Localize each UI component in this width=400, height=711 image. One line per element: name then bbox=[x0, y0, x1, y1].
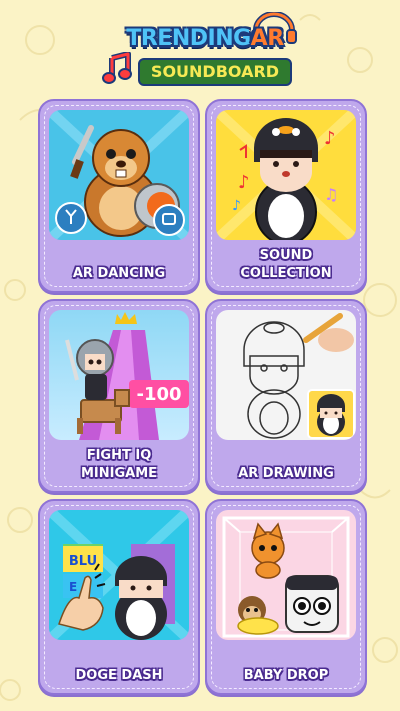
logo-title: TRENDINGAR bbox=[110, 26, 300, 51]
music-note-icon bbox=[102, 52, 132, 84]
ar-dancing-thumbnail bbox=[49, 110, 189, 240]
menu-card-doge-dash[interactable]: BLU E DOGE DASH bbox=[38, 499, 200, 695]
svg-text:♪: ♪ bbox=[232, 198, 241, 214]
penguin-girl-drawing-icon bbox=[216, 310, 356, 440]
ar-drawing-thumbnail bbox=[216, 310, 356, 440]
svg-text:♪: ♪ bbox=[238, 172, 250, 193]
cat-monkey-box-icon bbox=[216, 510, 356, 640]
menu-card-label: SOUND COLLECTION bbox=[240, 248, 332, 281]
menu-card-label: DOGE DASH bbox=[75, 668, 163, 683]
menu-card-ar-dancing[interactable]: AR DANCING bbox=[38, 99, 200, 293]
menu-card-label: FIGHT IQ MINIGAME bbox=[80, 448, 158, 481]
baby-drop-thumbnail bbox=[216, 510, 356, 640]
doge-dash-thumbnail: BLU E bbox=[49, 510, 189, 640]
sound-collection-thumbnail: ♪ ♪ ♫ ♪ bbox=[216, 110, 356, 240]
logo-subtitle: SOUNDBOARD bbox=[138, 58, 292, 86]
menu-card-label: BABY DROP bbox=[243, 668, 329, 683]
menu-card-label: AR DANCING bbox=[72, 266, 166, 281]
svg-text:♪: ♪ bbox=[324, 128, 336, 149]
svg-text:♫: ♫ bbox=[324, 185, 338, 204]
menu-card-ar-drawing[interactable]: AR DRAWING bbox=[205, 299, 367, 493]
logo-word-ar: AR bbox=[250, 26, 284, 51]
beaver-dancer-icon bbox=[49, 110, 189, 240]
doge-tile-text-2: E bbox=[69, 580, 77, 594]
menu-card-fight-iq[interactable]: -100 FIGHT IQ MINIGAME bbox=[38, 299, 200, 493]
gate-value-text: -100 bbox=[136, 384, 181, 405]
fight-iq-thumbnail: -100 bbox=[49, 310, 189, 440]
logo-word-trending: TRENDING bbox=[126, 26, 251, 51]
app-logo: TRENDINGAR SOUNDBOARD bbox=[100, 12, 300, 86]
menu-card-label: AR DRAWING bbox=[238, 466, 334, 481]
penguin-girl-singing-icon: ♪ ♪ ♫ ♪ bbox=[216, 110, 356, 240]
menu-card-sound-collection[interactable]: ♪ ♪ ♫ ♪ SOUND COLLECTION bbox=[205, 99, 367, 293]
doge-tile-text-1: BLU bbox=[69, 554, 97, 569]
penguin-girl-tapping-icon: BLU E bbox=[49, 510, 189, 640]
menu-card-baby-drop[interactable]: BABY DROP bbox=[205, 499, 367, 695]
knight-girl-runner-icon: -100 bbox=[49, 310, 189, 440]
